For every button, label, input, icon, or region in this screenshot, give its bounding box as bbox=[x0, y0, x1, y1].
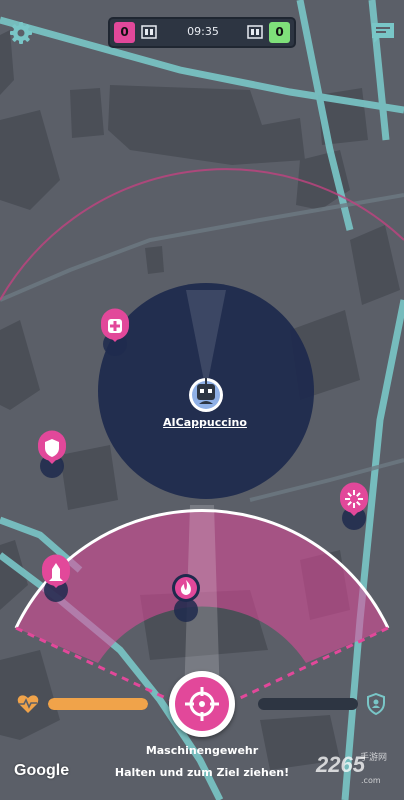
health-bar-fill bbox=[48, 698, 148, 710]
crosshair-icon bbox=[185, 687, 219, 721]
weapon-hint: Halten und zum Ziel ziehen! bbox=[114, 766, 290, 779]
google-attribution: Google bbox=[14, 762, 70, 779]
fire-button-inner[interactable] bbox=[175, 677, 229, 731]
shield-bar bbox=[258, 698, 358, 710]
gear-icon[interactable] bbox=[8, 20, 34, 46]
match-timer: 09:35 bbox=[187, 25, 219, 38]
left-team-score: 0 bbox=[114, 22, 135, 43]
shield-person-icon bbox=[367, 693, 385, 715]
weapon-name: Maschinengewehr bbox=[145, 744, 259, 757]
watermark-main: 2265 bbox=[316, 752, 365, 777]
pickup-fire[interactable] bbox=[172, 574, 200, 602]
watermark-sub: 手游网 bbox=[360, 753, 388, 763]
right-team-score: 0 bbox=[269, 22, 290, 43]
medkit-icon bbox=[108, 319, 122, 333]
heart-pulse-icon bbox=[17, 695, 39, 713]
health-bar bbox=[48, 698, 148, 710]
team-flag-icon bbox=[247, 25, 263, 39]
player-avatar[interactable] bbox=[189, 378, 223, 412]
chat-icon[interactable] bbox=[370, 20, 396, 46]
game-screen[interactable]: 0 09:35 0 AICappuccino Maschinengewehr H… bbox=[0, 0, 404, 800]
watermark-suffix: .com bbox=[361, 776, 381, 785]
player-name: AICappuccino bbox=[163, 416, 247, 429]
fire-button[interactable] bbox=[169, 671, 235, 737]
team-flag-icon bbox=[141, 25, 157, 39]
watermark-logo: 2265 bbox=[316, 752, 365, 778]
scoreboard: 0 09:35 0 bbox=[108, 17, 296, 48]
